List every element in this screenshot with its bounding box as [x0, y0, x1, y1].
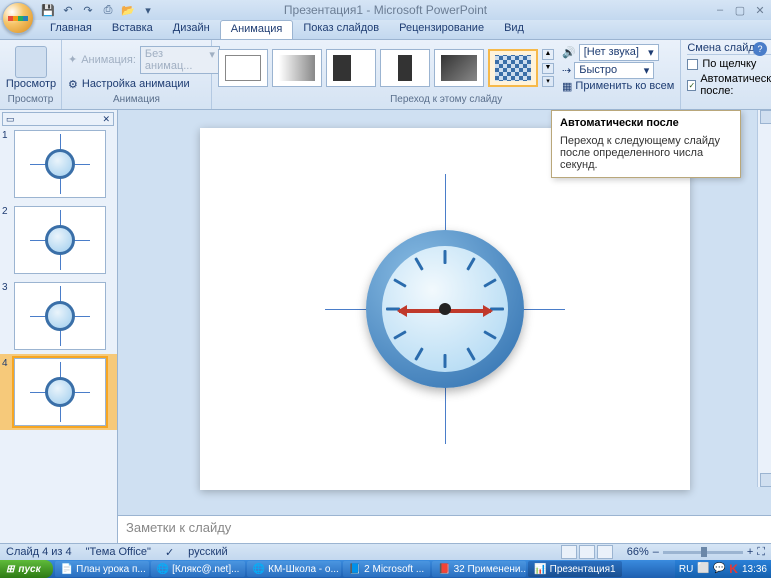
gallery-more-icon[interactable]: ▾ [542, 76, 554, 87]
fit-icon[interactable]: ⛶ [757, 546, 765, 559]
tooltip: Автоматически после Переход к следующему… [551, 110, 741, 178]
star-icon: ✦ [68, 53, 77, 66]
preview-button-label: Просмотр [6, 78, 56, 90]
kaspersky-icon[interactable]: K [729, 562, 738, 576]
ribbon: ? Просмотр Просмотр ✦ Анимация: Без аним… [0, 40, 771, 110]
clock-shape[interactable] [325, 174, 565, 444]
gallery-up-icon[interactable]: ▲ [542, 49, 554, 60]
tab-review[interactable]: Рецензирование [389, 20, 494, 39]
tray-lang[interactable]: RU [679, 564, 693, 575]
tray-clock[interactable]: 13:36 [742, 564, 767, 575]
on-click-checkbox[interactable] [687, 59, 698, 70]
gear-icon: ⚙ [68, 78, 78, 91]
thumb-2[interactable]: 2 [0, 202, 117, 278]
auto-after-checkbox[interactable]: ✓ [687, 80, 696, 91]
help-icon[interactable]: ? [753, 42, 767, 56]
task-item[interactable]: 📘2 Microsoft ... [343, 561, 430, 577]
task-item[interactable]: 🌐[Клякс@.net]... [151, 561, 245, 577]
transition-split[interactable] [380, 49, 430, 87]
print-icon[interactable]: ⎙ [100, 2, 116, 18]
language-status[interactable]: русский [188, 546, 227, 558]
animation-row: ✦ Анимация: Без анимац...▾ [68, 46, 220, 74]
minimize-button[interactable]: – [713, 4, 727, 17]
save-icon[interactable]: 💾 [40, 2, 56, 18]
tray-icon[interactable]: ⬜ [697, 563, 709, 575]
window-title: Презентация1 - Microsoft PowerPoint [284, 3, 487, 17]
restore-button[interactable]: ▢ [733, 4, 747, 17]
start-button[interactable]: ⊞пуск [0, 560, 53, 578]
transition-fade[interactable] [272, 49, 322, 87]
windows-logo-icon: ⊞ [6, 564, 14, 575]
task-item[interactable]: 📕32 Применени... [432, 561, 526, 577]
windows-taskbar: ⊞пуск 📄План урока п... 🌐[Клякс@.net]... … [0, 560, 771, 578]
group-label-transition: Переход к этому слайду [218, 94, 674, 107]
sorter-view-icon[interactable] [579, 545, 595, 559]
zoom-slider[interactable] [663, 551, 743, 554]
zoom-in-icon[interactable]: + [747, 546, 753, 558]
transition-dissolve[interactable] [488, 49, 538, 87]
outline-icon[interactable]: ▭ [6, 114, 15, 125]
apply-all-button[interactable]: ▦Применить ко всем [562, 80, 674, 93]
tooltip-title: Автоматически после [560, 117, 732, 129]
tab-slideshow[interactable]: Показ слайдов [293, 20, 389, 39]
spellcheck-icon[interactable]: ✓ [165, 546, 174, 559]
close-button[interactable]: ✕ [753, 4, 767, 17]
system-tray: RU ⬜ 💬 K 13:36 [675, 560, 771, 578]
close-pane-icon[interactable]: ✕ [102, 114, 110, 125]
slide-counter: Слайд 4 из 4 [6, 546, 72, 558]
auto-after-label: Автоматически после: [700, 73, 771, 97]
group-label-preview: Просмотр [6, 94, 55, 107]
transition-reveal[interactable] [434, 49, 484, 87]
animation-combo[interactable]: Без анимац...▾ [140, 46, 220, 74]
open-icon[interactable]: 📂 [120, 2, 136, 18]
task-item-active[interactable]: 📊Презентация1 [528, 561, 621, 577]
tab-design[interactable]: Дизайн [163, 20, 220, 39]
theme-name: "Тема Office" [86, 546, 151, 558]
tab-home[interactable]: Главная [40, 20, 102, 39]
group-label-animation: Анимация [68, 94, 205, 107]
custom-animation-button[interactable]: ⚙ Настройка анимации [68, 78, 190, 91]
gallery-down-icon[interactable]: ▼ [542, 63, 554, 74]
status-bar: Слайд 4 из 4 "Тема Office" ✓ русский 66%… [0, 543, 771, 560]
preview-icon [15, 46, 47, 78]
transition-none[interactable] [218, 49, 268, 87]
office-button[interactable] [2, 2, 34, 34]
ribbon-tabs: Главная Вставка Дизайн Анимация Показ сл… [0, 20, 771, 40]
task-item[interactable]: 📄План урока п... [55, 561, 149, 577]
notes-pane[interactable]: Заметки к слайду [118, 515, 771, 543]
sound-icon: 🔊 [562, 46, 576, 59]
transition-wipe[interactable] [326, 49, 376, 87]
vertical-scrollbar[interactable] [757, 110, 771, 487]
tab-view[interactable]: Вид [494, 20, 534, 39]
quick-access-toolbar: 💾 ↶ ↷ ⎙ 📂 ▾ [40, 2, 156, 18]
thumb-3[interactable]: 3 [0, 278, 117, 354]
task-item[interactable]: 🌐КМ-Школа - о... [247, 561, 341, 577]
zoom-value[interactable]: 66% [627, 546, 649, 558]
speed-icon: ⇢ [562, 64, 571, 77]
undo-icon[interactable]: ↶ [60, 2, 76, 18]
zoom-out-icon[interactable]: – [653, 546, 659, 558]
on-click-label: По щелчку [702, 58, 756, 70]
thumb-1[interactable]: 1 [0, 126, 117, 202]
normal-view-icon[interactable] [561, 545, 577, 559]
slide-canvas[interactable]: Автоматически после Переход к следующему… [118, 110, 771, 515]
slides-pane-header: ▭ ✕ [2, 112, 114, 126]
preview-button[interactable]: Просмотр [6, 46, 56, 90]
thumb-4[interactable]: 4 [0, 354, 117, 430]
redo-icon[interactable]: ↷ [80, 2, 96, 18]
sound-combo[interactable]: [Нет звука]▾ [579, 44, 659, 61]
tooltip-body: Переход к следующему слайду после опреде… [560, 135, 732, 171]
title-bar: 💾 ↶ ↷ ⎙ 📂 ▾ Презентация1 - Microsoft Pow… [0, 0, 771, 20]
slide-thumbnails-pane: 1 2 3 4 [0, 110, 118, 543]
transition-gallery[interactable]: ▲ ▼ ▾ [218, 49, 554, 87]
speed-combo[interactable]: Быстро▾ [574, 62, 654, 79]
tab-animation[interactable]: Анимация [220, 20, 294, 39]
apply-all-icon: ▦ [562, 80, 572, 93]
tray-icon[interactable]: 💬 [713, 563, 725, 575]
slideshow-view-icon[interactable] [597, 545, 613, 559]
current-slide[interactable] [200, 128, 690, 490]
qat-more-icon[interactable]: ▾ [140, 2, 156, 18]
tab-insert[interactable]: Вставка [102, 20, 163, 39]
